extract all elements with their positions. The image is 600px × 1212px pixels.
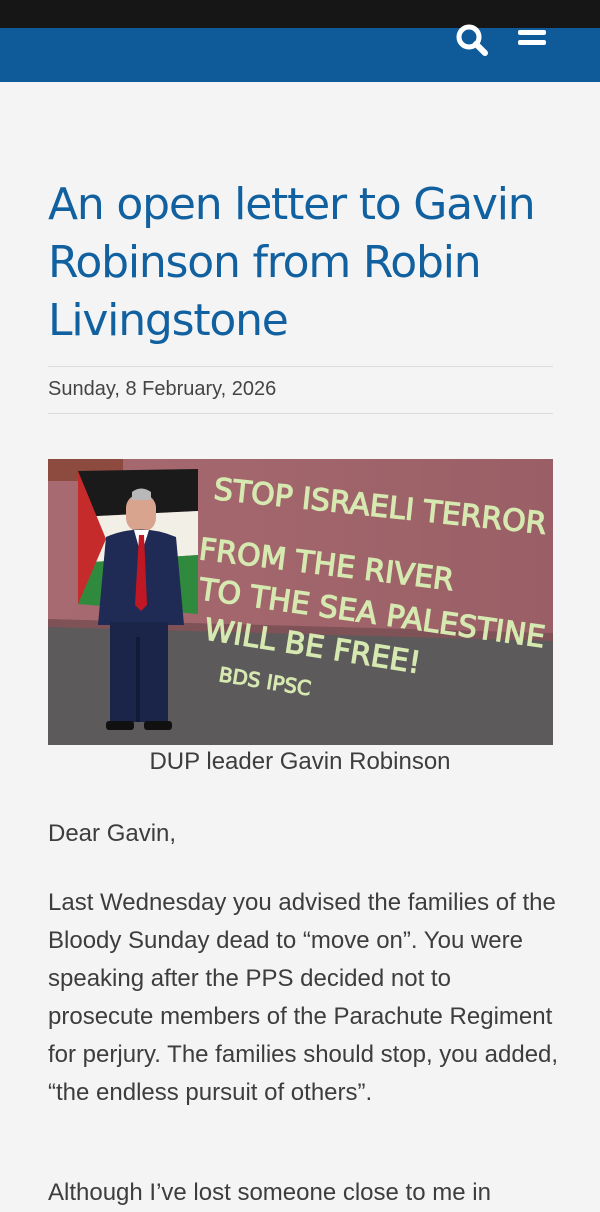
hamburger-menu-icon xyxy=(518,30,546,45)
divider xyxy=(48,413,553,414)
article-title: An open letter to Gavin Robinson from Ro… xyxy=(48,179,536,346)
divider xyxy=(48,366,553,367)
search-button[interactable] xyxy=(450,18,494,62)
letter-paragraph: Although I’ve lost someone close to me i… xyxy=(48,1179,491,1206)
search-icon xyxy=(456,24,488,56)
menu-button[interactable] xyxy=(510,18,554,62)
letter-salutation: Dear Gavin, xyxy=(48,820,177,847)
article-photo[interactable]: STOP ISRAELI TERROR FROM THE RIVER TO TH… xyxy=(48,459,553,745)
site-header xyxy=(0,24,600,82)
article-date: Sunday, 8 February, 2026 xyxy=(48,378,277,400)
image-caption: DUP leader Gavin Robinson xyxy=(149,748,451,775)
letter-paragraph: Last Wednesday you advised the families … xyxy=(48,889,559,1106)
